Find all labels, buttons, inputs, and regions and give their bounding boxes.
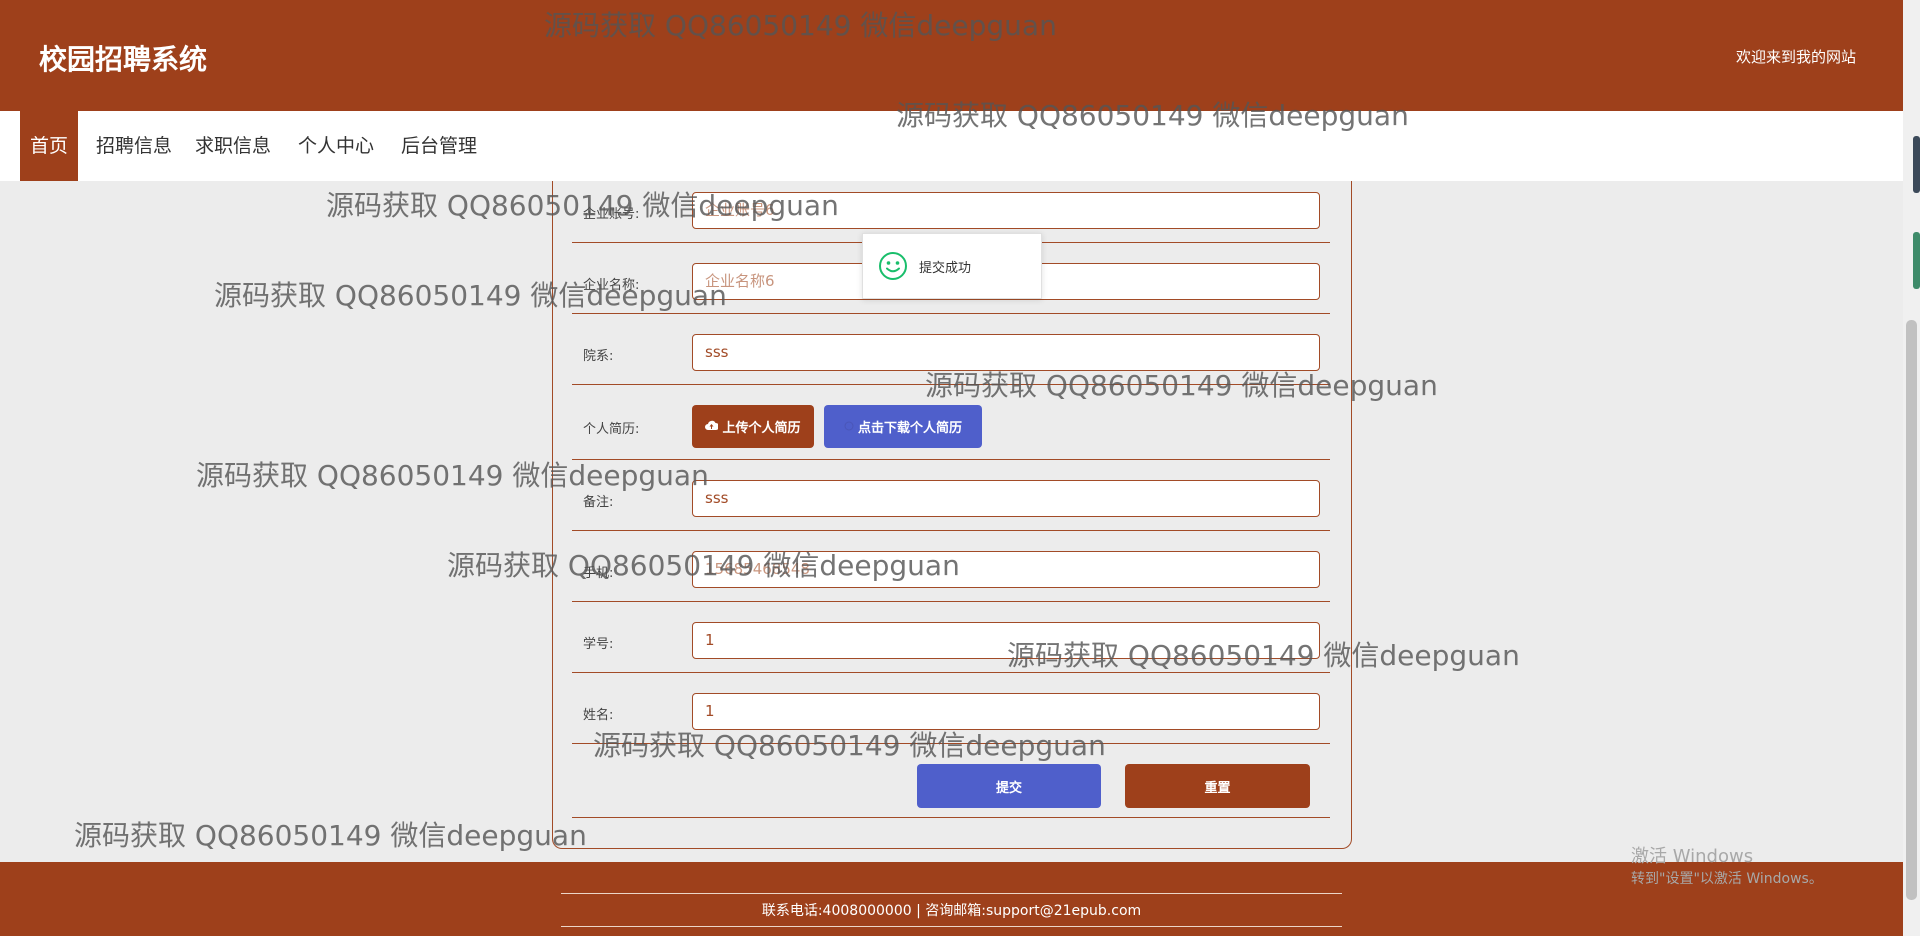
row-divider (572, 459, 1330, 460)
top-header: 校园招聘系统 欢迎来到我的网站 (0, 0, 1903, 111)
student-no-label: 学号: (583, 637, 614, 652)
footer-contact: 联系电话:4008000000 | 咨询邮箱:support@21epub.co… (761, 903, 1142, 919)
company-name-label: 企业名称: (583, 278, 640, 293)
download-icon (844, 420, 854, 434)
phone-label: 手机: (583, 566, 614, 581)
windows-activate-title: 激活 Windows (1631, 846, 1754, 867)
scrollbar-thumb[interactable] (1906, 320, 1917, 900)
welcome-text: 欢迎来到我的网站 (1735, 48, 1856, 66)
toast-message: 提交成功 (919, 261, 972, 276)
nav-personal-center[interactable]: 个人中心 (288, 111, 384, 181)
watermark: 源码获取 QQ86050149 微信deepguan (74, 819, 587, 852)
row-divider (572, 743, 1330, 744)
nav-job-seeking[interactable]: 求职信息 (185, 111, 281, 181)
reset-label: 重置 (1204, 780, 1231, 796)
upload-resume-label: 上传个人简历 (722, 421, 801, 436)
name-label: 姓名: (583, 708, 614, 723)
remark-label: 备注: (583, 495, 614, 510)
submit-label: 提交 (995, 780, 1022, 796)
company-account-input[interactable] (692, 192, 1320, 229)
smile-icon (879, 252, 907, 280)
student-no-input[interactable] (692, 622, 1320, 659)
remark-input[interactable] (692, 480, 1320, 517)
company-account-label: 企业账号: (583, 207, 640, 222)
footer-divider (561, 926, 1342, 927)
site-title: 校园招聘系统 (39, 43, 208, 76)
download-resume-label: 点击下载个人简历 (857, 421, 962, 436)
download-resume-button[interactable]: 点击下载个人简历 (824, 405, 982, 448)
cloud-upload-icon (705, 420, 720, 434)
department-input[interactable] (692, 334, 1320, 371)
windows-activate-subtitle: 转到"设置"以激活 Windows。 (1631, 871, 1823, 887)
department-label: 院系: (583, 349, 614, 364)
submit-button[interactable]: 提交 (917, 764, 1101, 808)
side-widget-handle[interactable] (1913, 232, 1920, 289)
row-divider (572, 530, 1330, 531)
success-toast: 提交成功 (862, 233, 1042, 299)
main-nav: 首页 招聘信息 求职信息 个人中心 后台管理 (0, 111, 1903, 181)
reset-button[interactable]: 重置 (1125, 764, 1310, 808)
footer (0, 862, 1903, 936)
name-input[interactable] (692, 693, 1320, 730)
row-divider (572, 601, 1330, 602)
row-divider (572, 817, 1330, 818)
nav-home[interactable]: 首页 (20, 111, 79, 181)
footer-divider (561, 893, 1342, 894)
row-divider (572, 384, 1330, 385)
resume-label: 个人简历: (583, 422, 640, 437)
side-widget-handle[interactable] (1913, 136, 1920, 193)
upload-resume-button[interactable]: 上传个人简历 (692, 405, 814, 448)
phone-input[interactable] (692, 551, 1320, 588)
row-divider (572, 672, 1330, 673)
nav-admin[interactable]: 后台管理 (391, 111, 487, 181)
nav-job-postings[interactable]: 招聘信息 (86, 111, 182, 181)
row-divider (572, 313, 1330, 314)
